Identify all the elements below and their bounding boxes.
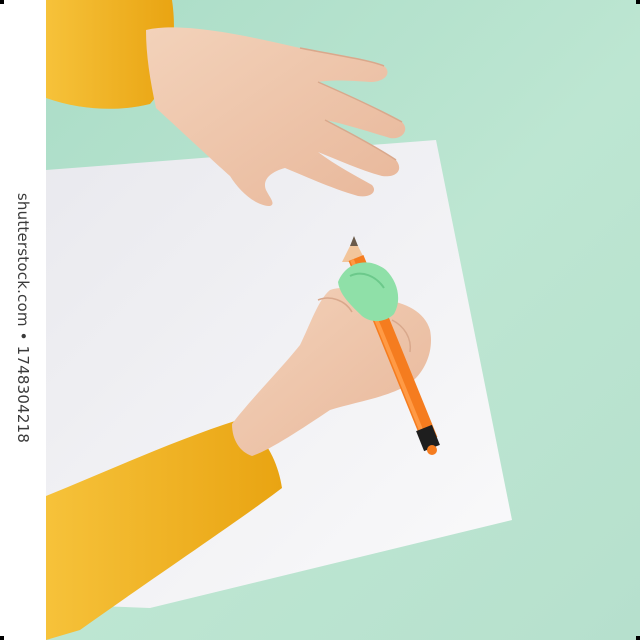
watermark-strip: shutterstock.com • 1748304218 [0, 0, 46, 640]
corner-mask [636, 636, 640, 640]
corner-mask [636, 0, 640, 4]
corner-mask [0, 0, 4, 4]
corner-mask [0, 636, 4, 640]
photo: shutterstock.com • 1748304218 [0, 0, 640, 640]
illustration [0, 0, 640, 640]
watermark-text: shutterstock.com • 1748304218 [14, 192, 32, 444]
